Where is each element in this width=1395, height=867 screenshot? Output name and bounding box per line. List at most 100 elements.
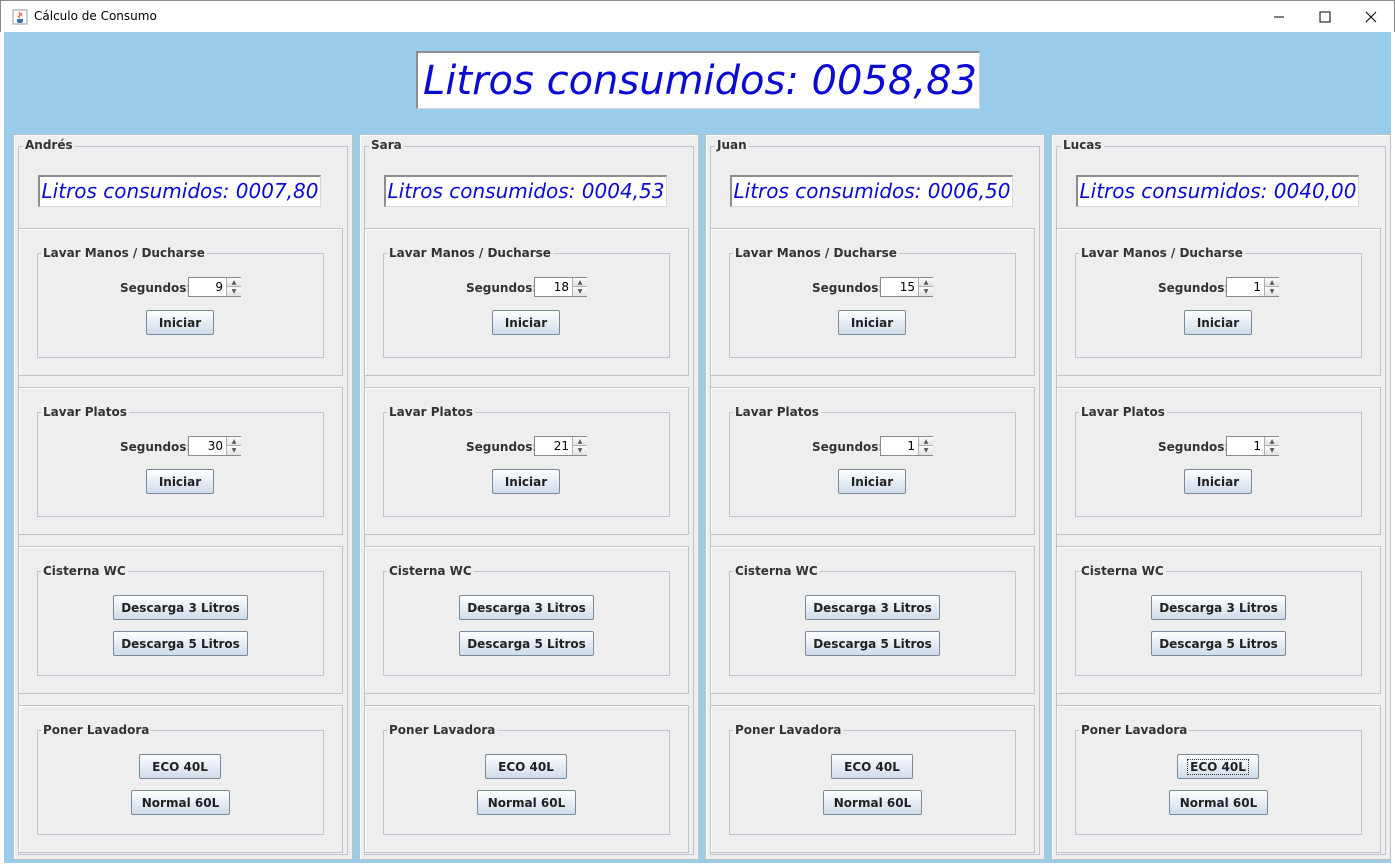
- descarga-5-button[interactable]: Descarga 5 Litros: [113, 631, 248, 656]
- descarga-3-button[interactable]: Descarga 3 Litros: [805, 595, 940, 620]
- spinner-down-arrow-icon[interactable]: ▼: [572, 446, 587, 455]
- spinner-up-arrow-icon[interactable]: ▲: [918, 278, 933, 287]
- close-button[interactable]: [1348, 1, 1394, 33]
- platos-seconds-spinner[interactable]: ▲ ▼: [880, 436, 933, 456]
- lavar-manos-panel: Lavar Manos / Ducharse Segundos: ▲ ▼ Ini…: [364, 228, 689, 376]
- person-liters-text: Litros consumidos: 0040,00: [1079, 179, 1357, 203]
- manos-seconds-input[interactable]: [1227, 278, 1263, 296]
- cisterna-title: Cisterna WC: [733, 564, 820, 578]
- activity-frame: [383, 730, 670, 835]
- lavadora-panel: Poner Lavadora ECO 40L Normal 60L: [364, 705, 689, 853]
- descarga-3-button[interactable]: Descarga 3 Litros: [113, 595, 248, 620]
- manos-seconds-spinner[interactable]: ▲ ▼: [188, 277, 241, 297]
- person-name: Lucas: [1061, 138, 1104, 152]
- iniciar-manos-button[interactable]: Iniciar: [838, 310, 906, 335]
- activity-frame: [1075, 253, 1362, 358]
- activity-frame: [37, 730, 324, 835]
- eco-40l-button[interactable]: ECO 40L: [139, 754, 221, 779]
- iniciar-manos-button[interactable]: Iniciar: [146, 310, 214, 335]
- activity-frame: [729, 571, 1016, 676]
- lavar-manos-panel: Lavar Manos / Ducharse Segundos: ▲ ▼ Ini…: [710, 228, 1035, 376]
- maximize-button[interactable]: [1302, 1, 1348, 33]
- iniciar-manos-button[interactable]: Iniciar: [1184, 310, 1252, 335]
- spinner-down-arrow-icon[interactable]: ▼: [1264, 446, 1279, 455]
- eco-40l-button[interactable]: ECO 40L: [485, 754, 567, 779]
- platos-seconds-input[interactable]: [189, 437, 225, 455]
- spinner-up-arrow-icon[interactable]: ▲: [1264, 437, 1279, 446]
- iniciar-manos-button[interactable]: Iniciar: [492, 310, 560, 335]
- segundos-label: Segundos:: [812, 281, 884, 295]
- spinner-up-arrow-icon[interactable]: ▲: [1264, 278, 1279, 287]
- spinner-down-arrow-icon[interactable]: ▼: [572, 287, 587, 296]
- iniciar-platos-button[interactable]: Iniciar: [1184, 469, 1252, 494]
- segundos-label: Segundos:: [812, 440, 884, 454]
- lavar-platos-title: Lavar Platos: [387, 405, 475, 419]
- eco-40l-button[interactable]: ECO 40L: [1177, 754, 1259, 779]
- person-panel-lucas: Lucas Litros consumidos: 0040,00 Lavar M…: [1051, 134, 1391, 860]
- segundos-label: Segundos:: [466, 281, 538, 295]
- spinner-up-arrow-icon[interactable]: ▲: [918, 437, 933, 446]
- descarga-3-button[interactable]: Descarga 3 Litros: [459, 595, 594, 620]
- lavar-platos-panel: Lavar Platos Segundos: ▲ ▼ Iniciar: [710, 387, 1035, 535]
- iniciar-platos-button[interactable]: Iniciar: [492, 469, 560, 494]
- platos-seconds-spinner[interactable]: ▲ ▼: [188, 436, 241, 456]
- total-liters-text: Litros consumidos: 0058,83: [423, 58, 977, 104]
- spinner-up-arrow-icon[interactable]: ▲: [572, 278, 587, 287]
- manos-seconds-input[interactable]: [535, 278, 571, 296]
- manos-seconds-spinner[interactable]: ▲ ▼: [880, 277, 933, 297]
- descarga-5-button[interactable]: Descarga 5 Litros: [805, 631, 940, 656]
- java-cup-icon: [12, 9, 28, 25]
- person-name: Sara: [369, 138, 404, 152]
- spinner-down-arrow-icon[interactable]: ▼: [226, 287, 241, 296]
- normal-60l-button[interactable]: Normal 60L: [1169, 790, 1268, 815]
- platos-seconds-spinner[interactable]: ▲ ▼: [1226, 436, 1279, 456]
- lavar-manos-title: Lavar Manos / Ducharse: [387, 246, 553, 260]
- activity-frame: [37, 253, 324, 358]
- spinner-up-arrow-icon[interactable]: ▲: [226, 278, 241, 287]
- spinner-up-arrow-icon[interactable]: ▲: [226, 437, 241, 446]
- platos-seconds-input[interactable]: [535, 437, 571, 455]
- activity-frame: [383, 253, 670, 358]
- spinner-up-arrow-icon[interactable]: ▲: [572, 437, 587, 446]
- spinner-down-arrow-icon[interactable]: ▼: [918, 287, 933, 296]
- person-liters-field: Litros consumidos: 0006,50: [730, 175, 1013, 207]
- cisterna-title: Cisterna WC: [1079, 564, 1166, 578]
- spinner-down-arrow-icon[interactable]: ▼: [918, 446, 933, 455]
- descarga-5-button[interactable]: Descarga 5 Litros: [459, 631, 594, 656]
- lavar-manos-panel: Lavar Manos / Ducharse Segundos: ▲ ▼ Ini…: [1056, 228, 1381, 376]
- normal-60l-button[interactable]: Normal 60L: [823, 790, 922, 815]
- iniciar-platos-button[interactable]: Iniciar: [146, 469, 214, 494]
- activity-frame: [383, 571, 670, 676]
- spinner-down-arrow-icon[interactable]: ▼: [1264, 287, 1279, 296]
- close-icon: [1365, 11, 1377, 23]
- cisterna-panel: Cisterna WC Descarga 3 Litros Descarga 5…: [710, 546, 1035, 694]
- normal-60l-button[interactable]: Normal 60L: [131, 790, 230, 815]
- lavadora-panel: Poner Lavadora ECO 40L Normal 60L: [1056, 705, 1381, 853]
- eco-40l-button[interactable]: ECO 40L: [831, 754, 913, 779]
- manos-seconds-spinner[interactable]: ▲ ▼: [534, 277, 587, 297]
- iniciar-platos-button[interactable]: Iniciar: [838, 469, 906, 494]
- cisterna-title: Cisterna WC: [41, 564, 128, 578]
- platos-seconds-input[interactable]: [1227, 437, 1263, 455]
- lavadora-panel: Poner Lavadora ECO 40L Normal 60L: [18, 705, 343, 853]
- activity-frame: [729, 253, 1016, 358]
- minimize-button[interactable]: [1256, 1, 1302, 33]
- spinner-down-arrow-icon[interactable]: ▼: [226, 446, 241, 455]
- activity-frame: [37, 571, 324, 676]
- lavadora-title: Poner Lavadora: [387, 723, 498, 737]
- activity-frame: [1075, 730, 1362, 835]
- normal-60l-button[interactable]: Normal 60L: [477, 790, 576, 815]
- activity-frame: [729, 730, 1016, 835]
- platos-seconds-spinner[interactable]: ▲ ▼: [534, 436, 587, 456]
- lavar-platos-title: Lavar Platos: [41, 405, 129, 419]
- manos-seconds-input[interactable]: [189, 278, 225, 296]
- manos-seconds-spinner[interactable]: ▲ ▼: [1226, 277, 1279, 297]
- eco-40l-label: ECO 40L: [1187, 758, 1249, 775]
- person-liters-field: Litros consumidos: 0004,53: [384, 175, 667, 207]
- platos-seconds-input[interactable]: [881, 437, 917, 455]
- manos-seconds-input[interactable]: [881, 278, 917, 296]
- descarga-3-button[interactable]: Descarga 3 Litros: [1151, 595, 1286, 620]
- descarga-5-button[interactable]: Descarga 5 Litros: [1151, 631, 1286, 656]
- minimize-icon: [1274, 16, 1284, 18]
- cisterna-panel: Cisterna WC Descarga 3 Litros Descarga 5…: [1056, 546, 1381, 694]
